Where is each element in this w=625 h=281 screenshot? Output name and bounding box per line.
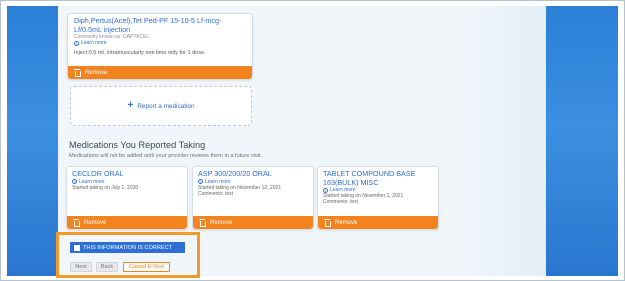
comments: Comments: test (198, 190, 234, 197)
started-taking: Started taking on July 1, 2020 (72, 184, 139, 191)
back-button[interactable]: Back (96, 262, 118, 272)
info-icon: i (198, 179, 203, 184)
comments: Comments: test (323, 199, 359, 205)
information-correct-checkbox[interactable]: THIS INFORMATION IS CORRECT (70, 242, 185, 253)
reported-medication-card: CECLOR ORAL i Learn more Started taking o… (66, 166, 188, 230)
trash-icon (199, 219, 206, 227)
trash-icon (324, 219, 331, 227)
info-icon: i (323, 187, 328, 193)
medication-instructions: Inject 0.5 mL intramuscularly one time o… (74, 50, 206, 56)
reported-medication-card: TABLET COMPOUND BASE 163(BULK) MISC i Lea… (317, 166, 439, 230)
reported-medication-card: ASP 300/200/20 ORAL i Learn more Started … (192, 166, 314, 230)
trash-icon (73, 219, 80, 227)
section-title: Medications You Reported Taking (69, 140, 206, 150)
section-subtitle: Medications will not be added until your… (69, 153, 263, 159)
info-icon: i (72, 179, 77, 184)
report-medication-button[interactable]: + Report a medication (70, 86, 252, 126)
remove-button[interactable]: Remove (67, 216, 187, 229)
medication-name[interactable]: TABLET COMPOUND BASE 163(BULK) MISC (323, 169, 433, 187)
remove-button[interactable]: Remove (68, 66, 252, 79)
learn-more-link[interactable]: i Learn more (74, 40, 246, 46)
remove-button[interactable]: Remove (318, 216, 438, 229)
medication-name[interactable]: Diph,Pertus(Acel),Tet Ped-PF 15-10-5 Lf-… (74, 16, 246, 34)
cancel-evisit-button[interactable]: Cancel E-Visit (123, 262, 170, 272)
plus-icon: + (127, 100, 134, 111)
next-button[interactable]: Next (70, 262, 92, 272)
info-icon: i (74, 40, 79, 46)
medication-name[interactable]: CECLOR ORAL (72, 169, 182, 179)
medication-name[interactable]: ASP 300/200/20 ORAL (198, 169, 308, 179)
checkbox-icon (74, 244, 80, 251)
remove-button[interactable]: Remove (193, 216, 313, 229)
trash-icon (74, 69, 81, 77)
medication-card: Diph,Pertus(Acel),Tet Ped-PF 15-10-5 Lf-… (67, 13, 253, 80)
